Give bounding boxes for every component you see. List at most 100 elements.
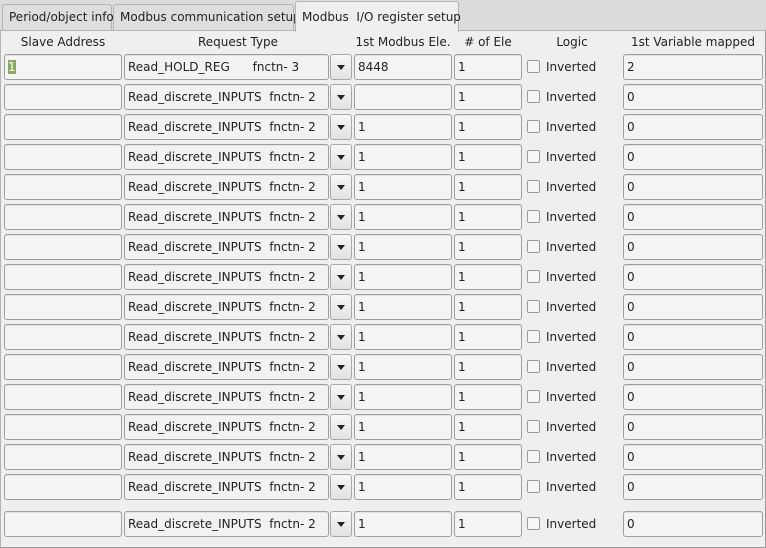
num-ele-input[interactable]: 1 bbox=[454, 384, 522, 410]
num-ele-input[interactable]: 1 bbox=[454, 84, 522, 110]
first-modbus-ele-input[interactable]: 1 bbox=[354, 511, 452, 537]
request-type-dropdown-button[interactable] bbox=[330, 384, 352, 410]
inverted-checkbox[interactable] bbox=[527, 210, 540, 223]
num-ele-input[interactable]: 1 bbox=[454, 144, 522, 170]
inverted-label[interactable]: Inverted bbox=[546, 444, 596, 470]
slave-address-input[interactable] bbox=[4, 444, 122, 470]
inverted-label[interactable]: Inverted bbox=[546, 294, 596, 320]
inverted-label[interactable]: Inverted bbox=[546, 84, 596, 110]
first-variable-mapped-input[interactable]: 0 bbox=[623, 474, 763, 500]
inverted-label[interactable]: Inverted bbox=[546, 414, 596, 440]
inverted-label[interactable]: Inverted bbox=[546, 354, 596, 380]
request-type-select[interactable]: Read_discrete_INPUTS fnctn- 2 bbox=[124, 144, 329, 170]
inverted-label[interactable]: Inverted bbox=[546, 54, 596, 80]
num-ele-input[interactable]: 1 bbox=[454, 264, 522, 290]
first-modbus-ele-input[interactable]: 1 bbox=[354, 264, 452, 290]
slave-address-input[interactable] bbox=[4, 511, 122, 537]
slave-address-input[interactable] bbox=[4, 204, 122, 230]
num-ele-input[interactable]: 1 bbox=[454, 54, 522, 80]
request-type-select[interactable]: Read_discrete_INPUTS fnctn- 2 bbox=[124, 511, 329, 537]
request-type-dropdown-button[interactable] bbox=[330, 354, 352, 380]
request-type-dropdown-button[interactable] bbox=[330, 54, 352, 80]
request-type-dropdown-button[interactable] bbox=[330, 84, 352, 110]
slave-address-input[interactable] bbox=[4, 414, 122, 440]
inverted-label[interactable]: Inverted bbox=[546, 144, 596, 170]
slave-address-input[interactable] bbox=[4, 324, 122, 350]
request-type-dropdown-button[interactable] bbox=[330, 144, 352, 170]
tab-modbus-communication-setup[interactable]: Modbus communication setup bbox=[113, 4, 301, 30]
request-type-dropdown-button[interactable] bbox=[330, 174, 352, 200]
inverted-checkbox[interactable] bbox=[527, 120, 540, 133]
num-ele-input[interactable]: 1 bbox=[454, 114, 522, 140]
inverted-label[interactable]: Inverted bbox=[546, 384, 596, 410]
first-modbus-ele-input[interactable]: 1 bbox=[354, 234, 452, 260]
first-modbus-ele-input[interactable]: 1 bbox=[354, 414, 452, 440]
inverted-checkbox[interactable] bbox=[527, 180, 540, 193]
inverted-checkbox[interactable] bbox=[527, 150, 540, 163]
request-type-select[interactable]: Read_discrete_INPUTS fnctn- 2 bbox=[124, 114, 329, 140]
slave-address-input[interactable]: 1 bbox=[4, 54, 122, 80]
first-modbus-ele-input[interactable]: 1 bbox=[354, 294, 452, 320]
inverted-label[interactable]: Inverted bbox=[546, 264, 596, 290]
inverted-label[interactable]: Inverted bbox=[546, 474, 596, 500]
request-type-select[interactable]: Read_discrete_INPUTS fnctn- 2 bbox=[124, 204, 329, 230]
request-type-dropdown-button[interactable] bbox=[330, 474, 352, 500]
first-variable-mapped-input[interactable]: 0 bbox=[623, 204, 763, 230]
slave-address-input[interactable] bbox=[4, 144, 122, 170]
request-type-select[interactable]: Read_discrete_INPUTS fnctn- 2 bbox=[124, 414, 329, 440]
request-type-dropdown-button[interactable] bbox=[330, 234, 352, 260]
request-type-select[interactable]: Read_discrete_INPUTS fnctn- 2 bbox=[124, 264, 329, 290]
inverted-checkbox[interactable] bbox=[527, 450, 540, 463]
first-modbus-ele-input[interactable]: 1 bbox=[354, 114, 452, 140]
num-ele-input[interactable]: 1 bbox=[454, 511, 522, 537]
first-variable-mapped-input[interactable]: 0 bbox=[623, 114, 763, 140]
slave-address-input[interactable] bbox=[4, 384, 122, 410]
num-ele-input[interactable]: 1 bbox=[454, 444, 522, 470]
first-variable-mapped-input[interactable]: 0 bbox=[623, 324, 763, 350]
first-variable-mapped-input[interactable]: 0 bbox=[623, 294, 763, 320]
num-ele-input[interactable]: 1 bbox=[454, 294, 522, 320]
inverted-label[interactable]: Inverted bbox=[546, 204, 596, 230]
first-variable-mapped-input[interactable]: 0 bbox=[623, 174, 763, 200]
slave-address-input[interactable] bbox=[4, 354, 122, 380]
request-type-dropdown-button[interactable] bbox=[330, 114, 352, 140]
inverted-label[interactable]: Inverted bbox=[546, 234, 596, 260]
request-type-select[interactable]: Read_discrete_INPUTS fnctn- 2 bbox=[124, 474, 329, 500]
request-type-select[interactable]: Read_discrete_INPUTS fnctn- 2 bbox=[124, 444, 329, 470]
request-type-dropdown-button[interactable] bbox=[330, 204, 352, 230]
first-modbus-ele-input[interactable]: 1 bbox=[354, 354, 452, 380]
inverted-checkbox[interactable] bbox=[527, 270, 540, 283]
first-modbus-ele-input[interactable]: 1 bbox=[354, 174, 452, 200]
first-modbus-ele-input[interactable]: 1 bbox=[354, 144, 452, 170]
first-variable-mapped-input[interactable]: 0 bbox=[623, 414, 763, 440]
num-ele-input[interactable]: 1 bbox=[454, 204, 522, 230]
slave-address-input[interactable] bbox=[4, 114, 122, 140]
request-type-dropdown-button[interactable] bbox=[330, 264, 352, 290]
request-type-select[interactable]: Read_HOLD_REG fnctn- 3 bbox=[124, 54, 329, 80]
num-ele-input[interactable]: 1 bbox=[454, 414, 522, 440]
slave-address-input[interactable] bbox=[4, 294, 122, 320]
first-variable-mapped-input[interactable]: 0 bbox=[623, 84, 763, 110]
slave-address-input[interactable] bbox=[4, 234, 122, 260]
inverted-checkbox[interactable] bbox=[527, 390, 540, 403]
request-type-dropdown-button[interactable] bbox=[330, 324, 352, 350]
num-ele-input[interactable]: 1 bbox=[454, 234, 522, 260]
inverted-checkbox[interactable] bbox=[527, 480, 540, 493]
first-variable-mapped-input[interactable]: 0 bbox=[623, 264, 763, 290]
inverted-checkbox[interactable] bbox=[527, 60, 540, 73]
request-type-select[interactable]: Read_discrete_INPUTS fnctn- 2 bbox=[124, 234, 329, 260]
first-variable-mapped-input[interactable]: 0 bbox=[623, 384, 763, 410]
slave-address-input[interactable] bbox=[4, 264, 122, 290]
first-modbus-ele-input[interactable]: 1 bbox=[354, 384, 452, 410]
tab-modbus-io-register-setup[interactable]: Modbus I/O register setup bbox=[295, 1, 461, 32]
inverted-checkbox[interactable] bbox=[527, 90, 540, 103]
request-type-select[interactable]: Read_discrete_INPUTS fnctn- 2 bbox=[124, 84, 329, 110]
first-modbus-ele-input[interactable]: 1 bbox=[354, 324, 452, 350]
request-type-select[interactable]: Read_discrete_INPUTS fnctn- 2 bbox=[124, 354, 329, 380]
inverted-label[interactable]: Inverted bbox=[546, 174, 596, 200]
request-type-select[interactable]: Read_discrete_INPUTS fnctn- 2 bbox=[124, 174, 329, 200]
first-modbus-ele-input[interactable]: 1 bbox=[354, 444, 452, 470]
first-modbus-ele-input[interactable]: 8448 bbox=[354, 54, 452, 80]
inverted-checkbox[interactable] bbox=[527, 517, 540, 530]
num-ele-input[interactable]: 1 bbox=[454, 324, 522, 350]
